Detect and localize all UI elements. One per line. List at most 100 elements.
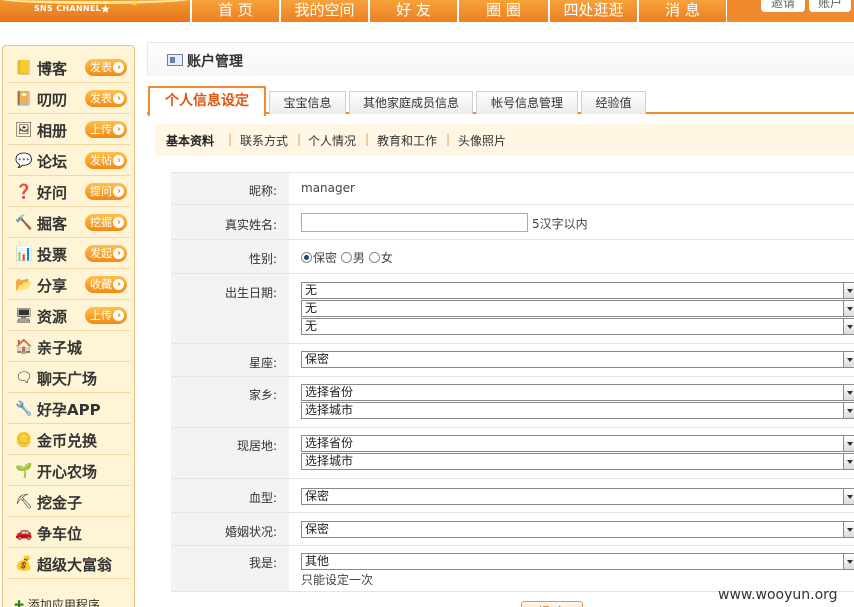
birth-year-select[interactable]: 无 bbox=[301, 282, 854, 299]
dropdown-arrow-icon bbox=[843, 454, 854, 469]
sidebar-item[interactable]: 🖼 相册 上传 › bbox=[7, 114, 130, 145]
sidebar-item[interactable]: 🗨 聊天广场 bbox=[7, 362, 130, 393]
sidebar: 📒 博客 发表 › 📔 叨叨 发表 › 🖼 相册 上传 › 💬 论坛 发帖 › ❓ 好问 提问 › 🔨 掘客 挖掘 › 📊 投票发… bbox=[2, 45, 135, 607]
subnav-personal[interactable]: 个人情况 bbox=[308, 132, 356, 149]
nav-my-space[interactable]: 我的空间 bbox=[280, 0, 368, 22]
tab-experience[interactable]: 经验值 bbox=[581, 91, 646, 114]
nav-messages[interactable]: 消 息 bbox=[638, 0, 726, 22]
subnav-avatar[interactable]: 头像照片 bbox=[458, 132, 506, 149]
vote-icon: 📊 bbox=[15, 246, 33, 262]
sidebar-item-label: 聊天广场 bbox=[37, 370, 98, 388]
subnav-contact[interactable]: 联系方式 bbox=[240, 132, 288, 149]
zodiac-select[interactable]: 保密 bbox=[301, 351, 854, 368]
blog-icon: 📒 bbox=[15, 60, 33, 76]
main-content: 账户管理 个人信息设定 宝宝信息 其他家庭成员信息 帐号信息管理 经验值 基本资… bbox=[147, 42, 854, 607]
sidebar-item[interactable]: 🖥 资源 上传 › bbox=[7, 300, 130, 331]
gender-label: 性别: bbox=[248, 252, 277, 266]
tab-baby-info[interactable]: 宝宝信息 bbox=[269, 91, 346, 114]
residence-label: 现居地: bbox=[236, 439, 277, 453]
sidebar-item[interactable]: 🔧 好孕APP bbox=[7, 393, 130, 424]
id-card-icon bbox=[167, 54, 183, 66]
sidebar-item-label: 资源 bbox=[37, 308, 68, 326]
sidebar-action-button[interactable]: 发表 › bbox=[85, 90, 127, 107]
submit-button[interactable]: 提 交 bbox=[521, 601, 583, 607]
sidebar-action-button[interactable]: 提问 › bbox=[85, 183, 127, 200]
sidebar-item-label: 投票 bbox=[37, 246, 68, 264]
nav-home[interactable]: 首 页 bbox=[191, 0, 279, 22]
sidebar-item[interactable]: ⛏ 挖金子 bbox=[7, 486, 130, 517]
sidebar-item-label: 争车位 bbox=[37, 525, 83, 543]
gender-option-label: 女 bbox=[380, 251, 393, 265]
dropdown-arrow-icon bbox=[843, 436, 854, 451]
tab-personal-info[interactable]: 个人信息设定 bbox=[148, 86, 266, 116]
marital-select[interactable]: 保密 bbox=[301, 521, 854, 538]
sidebar-action-button[interactable]: 挖掘 › bbox=[85, 214, 127, 231]
account-link[interactable]: 账户 bbox=[809, 0, 851, 12]
sidebar-action-button[interactable]: 发表 › bbox=[85, 59, 127, 76]
arrow-right-icon: › bbox=[116, 186, 121, 197]
blood-type-select[interactable]: 保密 bbox=[301, 488, 854, 505]
subnav-basic[interactable]: 基本资料 bbox=[166, 132, 214, 149]
sidebar-action-button[interactable]: 上传 › bbox=[85, 121, 127, 138]
gender-options: 保密 男 女 bbox=[301, 249, 393, 266]
sidebar-action-button[interactable]: 收藏 › bbox=[85, 276, 127, 293]
arrow-right-icon: › bbox=[116, 93, 121, 104]
tab-family-members[interactable]: 其他家庭成员信息 bbox=[349, 91, 473, 114]
subnav-separator: | bbox=[297, 132, 302, 146]
sidebar-item-label: 掘客 bbox=[37, 215, 68, 233]
sidebar-item-label: 论坛 bbox=[37, 153, 68, 171]
subnav-separator: | bbox=[446, 132, 451, 146]
birth-month-select[interactable]: 无 bbox=[301, 300, 854, 317]
gender-radio-secret[interactable] bbox=[301, 252, 312, 263]
sidebar-item[interactable]: 🪙 金币兑换 bbox=[7, 424, 130, 455]
sidebar-item[interactable]: 🚗 争车位 bbox=[7, 517, 130, 548]
nav-friends[interactable]: 好 友 bbox=[369, 0, 457, 22]
hometown-label: 家乡: bbox=[248, 388, 277, 402]
star-icon: ★ bbox=[100, 2, 111, 16]
sidebar-item-label: 超级大富翁 bbox=[37, 556, 113, 574]
add-app-link[interactable]: ✚ 添加应用程序 bbox=[14, 596, 100, 607]
sidebar-item[interactable]: 📔 叨叨 发表 › bbox=[7, 83, 130, 114]
birth-day-select[interactable]: 无 bbox=[301, 318, 854, 335]
residence-city-select[interactable]: 选择城市 bbox=[301, 453, 854, 470]
tab-account-info[interactable]: 帐号信息管理 bbox=[476, 91, 578, 114]
gender-radio-male[interactable] bbox=[340, 252, 352, 263]
arrow-right-icon: › bbox=[116, 155, 121, 166]
house-icon: 🏠 bbox=[15, 339, 33, 355]
sidebar-item[interactable]: 📂 分享 收藏 › bbox=[7, 269, 130, 300]
sidebar-item[interactable]: 📒 博客 发表 › bbox=[7, 52, 130, 83]
sidebar-item[interactable]: 🌱 开心农场 bbox=[7, 455, 130, 486]
residence-province-select[interactable]: 选择省份 bbox=[301, 435, 854, 452]
row-iam: 我是: 其他 只能设定一次 bbox=[171, 545, 854, 592]
star-icon: ★ bbox=[130, 0, 139, 9]
gold-icon: ⛏ bbox=[15, 494, 33, 510]
forum-icon: 💬 bbox=[15, 153, 33, 169]
site-logo[interactable]: SNS CHANNEL ★ ★ bbox=[0, 0, 190, 22]
select-value: 其他 bbox=[305, 554, 330, 568]
sidebar-action-label: 上传 bbox=[90, 123, 112, 136]
sidebar-item[interactable]: 📊 投票 发起 › bbox=[7, 238, 130, 269]
select-value: 选择省份 bbox=[305, 385, 354, 399]
blood-label: 血型: bbox=[248, 491, 277, 505]
zodiac-label: 星座: bbox=[248, 356, 277, 370]
nav-explore[interactable]: 四处逛逛 bbox=[549, 0, 637, 22]
sidebar-action-button[interactable]: 上传 › bbox=[85, 307, 127, 324]
sidebar-item[interactable]: 💰 超级大富翁 bbox=[7, 548, 130, 579]
hometown-province-select[interactable]: 选择省份 bbox=[301, 384, 854, 401]
nav-right-area: 邀请 账户 bbox=[727, 0, 854, 22]
sidebar-item[interactable]: ❓ 好问 提问 › bbox=[7, 176, 130, 207]
tab-bar: 个人信息设定 宝宝信息 其他家庭成员信息 帐号信息管理 经验值 bbox=[147, 86, 854, 116]
sidebar-action-button[interactable]: 发起 › bbox=[85, 245, 127, 262]
subnav-education-work[interactable]: 教育和工作 bbox=[377, 132, 437, 149]
realname-input[interactable] bbox=[301, 213, 528, 232]
sidebar-action-button[interactable]: 发帖 › bbox=[85, 152, 127, 169]
iam-select[interactable]: 其他 bbox=[301, 553, 854, 570]
sidebar-item[interactable]: 🔨 掘客 挖掘 › bbox=[7, 207, 130, 238]
gender-radio-female[interactable] bbox=[368, 252, 380, 263]
nav-circles[interactable]: 圈 圈 bbox=[458, 0, 548, 22]
sidebar-item[interactable]: 🏠 亲子城 bbox=[7, 331, 130, 362]
hometown-city-select[interactable]: 选择城市 bbox=[301, 402, 854, 419]
sidebar-item[interactable]: 💬 论坛 发帖 › bbox=[7, 145, 130, 176]
invite-link[interactable]: 邀请 bbox=[761, 0, 805, 12]
sub-navigation: 基本资料 | 联系方式 | 个人情况 | 教育和工作 | 头像照片 bbox=[155, 124, 854, 156]
